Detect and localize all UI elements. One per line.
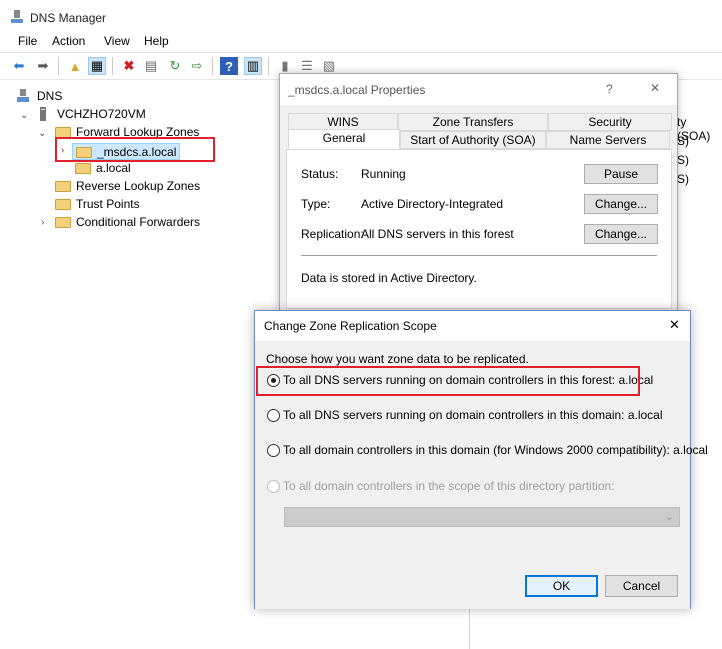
- chevron-down-icon[interactable]: ⌄: [20, 110, 28, 121]
- tab-general[interactable]: General: [288, 129, 400, 149]
- tree-label: Trust Points: [76, 197, 140, 211]
- menu-action[interactable]: Action: [52, 34, 85, 48]
- close-icon[interactable]: ✕: [669, 317, 680, 333]
- change-type-button[interactable]: Change...: [584, 194, 658, 214]
- close-icon[interactable]: ✕: [650, 81, 660, 95]
- dns-app-icon: [10, 9, 24, 25]
- row-fragment: S): [677, 153, 689, 167]
- storage-note: Data is stored in Active Directory.: [301, 271, 477, 285]
- replication-label: Replication:: [301, 227, 364, 241]
- export-list-icon[interactable]: ⇨: [188, 57, 206, 75]
- radio-domain[interactable]: To all DNS servers running on domain con…: [267, 408, 663, 422]
- toolbar-separator: [112, 57, 113, 75]
- zone-folder-icon: [75, 163, 91, 174]
- change-replication-button[interactable]: Change...: [584, 224, 658, 244]
- forward-icon[interactable]: ➡: [34, 57, 52, 75]
- type-value: Active Directory-Integrated: [361, 197, 504, 211]
- highlight-box: [256, 366, 640, 396]
- folder-icon: [55, 217, 71, 228]
- dialog-title: Change Zone Replication Scope: [264, 319, 437, 333]
- radio-label: To all domain controllers in the scope o…: [283, 479, 615, 493]
- dialog-title-bar: _msdcs.a.local Properties ? ✕: [280, 74, 677, 105]
- type-label: Type:: [301, 197, 331, 211]
- tree-node-dns[interactable]: DNS: [16, 89, 62, 103]
- show-hide-tree-icon[interactable]: ▦: [88, 57, 106, 75]
- tree-node-server[interactable]: VCHZHO720VM: [36, 107, 146, 121]
- zone-properties-dialog: _msdcs.a.local Properties ? ✕ WINS Zone …: [279, 73, 678, 313]
- status-label: Status:: [301, 167, 339, 181]
- back-icon[interactable]: ⬅: [10, 57, 28, 75]
- delete-icon[interactable]: ✖: [120, 57, 138, 75]
- tab-name-servers[interactable]: Name Servers: [546, 131, 670, 149]
- toolbar-separator: [212, 57, 213, 75]
- refresh-icon[interactable]: ↻: [166, 57, 184, 75]
- ok-button[interactable]: OK: [525, 575, 598, 597]
- radio-button: [267, 479, 280, 493]
- chevron-down-icon: ⌄: [664, 511, 674, 523]
- window-title: DNS Manager: [30, 11, 107, 25]
- tree-label: a.local: [96, 161, 131, 175]
- chevron-right-icon[interactable]: ›: [41, 217, 44, 228]
- cancel-button[interactable]: Cancel: [605, 575, 678, 597]
- menu-view[interactable]: View: [104, 34, 130, 48]
- up-folder-icon[interactable]: ▲: [66, 57, 84, 75]
- tab-zone-transfers[interactable]: Zone Transfers: [398, 113, 548, 131]
- change-zone-replication-scope-dialog: Change Zone Replication Scope ✕ Choose h…: [254, 310, 708, 609]
- tree-label: Conditional Forwarders: [76, 215, 201, 229]
- menu-file[interactable]: File: [18, 34, 37, 48]
- radio-win2000[interactable]: To all domain controllers in this domain…: [267, 443, 708, 457]
- dialog-title-bar: Change Zone Replication Scope ✕: [255, 311, 690, 341]
- properties-icon[interactable]: ▤: [142, 57, 160, 75]
- action-pane-icon[interactable]: ▥: [244, 57, 262, 75]
- menu-bar: File Action View Help: [0, 34, 722, 51]
- divider: [301, 255, 657, 256]
- tab-panel-general: Status: Running Pause Type: Active Direc…: [286, 149, 672, 309]
- pause-button[interactable]: Pause: [584, 164, 658, 184]
- tree-label: DNS: [37, 89, 63, 103]
- tree-node-trust-points[interactable]: Trust Points: [55, 197, 140, 211]
- tree-label: Reverse Lookup Zones: [76, 179, 201, 193]
- row-fragment: S): [677, 134, 689, 148]
- toolbar-separator: [268, 57, 269, 75]
- radio-label: To all domain controllers in this domain…: [283, 443, 708, 457]
- help-icon[interactable]: ?: [606, 82, 613, 96]
- radio-button: [267, 408, 280, 422]
- chevron-down-icon[interactable]: ⌄: [38, 128, 46, 139]
- partition-dropdown[interactable]: ⌄: [284, 507, 680, 527]
- replication-value: All DNS servers in this forest: [361, 227, 514, 241]
- tree-node-reverse-lookup-zones[interactable]: Reverse Lookup Zones: [55, 179, 200, 193]
- status-value: Running: [361, 167, 406, 181]
- dns-icon: [16, 89, 32, 103]
- radio-partition[interactable]: To all domain controllers in the scope o…: [267, 479, 615, 493]
- dialog-title: _msdcs.a.local Properties: [288, 83, 426, 97]
- tree-node-a-local[interactable]: a.local: [75, 161, 131, 175]
- row-fragment: S): [677, 172, 689, 186]
- folder-icon: [55, 199, 71, 210]
- server-icon: [36, 107, 52, 121]
- help-icon[interactable]: ?: [220, 57, 238, 75]
- tree-node-conditional-forwarders[interactable]: Conditional Forwarders: [55, 215, 200, 229]
- highlight-box: [55, 137, 215, 162]
- title-bar: DNS Manager: [0, 0, 722, 34]
- toolbar-separator: [58, 57, 59, 75]
- menu-help[interactable]: Help: [144, 34, 169, 48]
- tree-label: VCHZHO720VM: [57, 107, 146, 121]
- tab-security[interactable]: Security: [548, 113, 672, 131]
- radio-label: To all DNS servers running on domain con…: [283, 408, 663, 422]
- folder-icon: [55, 181, 71, 192]
- prompt-text: Choose how you want zone data to be repl…: [266, 352, 529, 366]
- tab-soa[interactable]: Start of Authority (SOA): [400, 131, 546, 149]
- radio-button: [267, 443, 280, 457]
